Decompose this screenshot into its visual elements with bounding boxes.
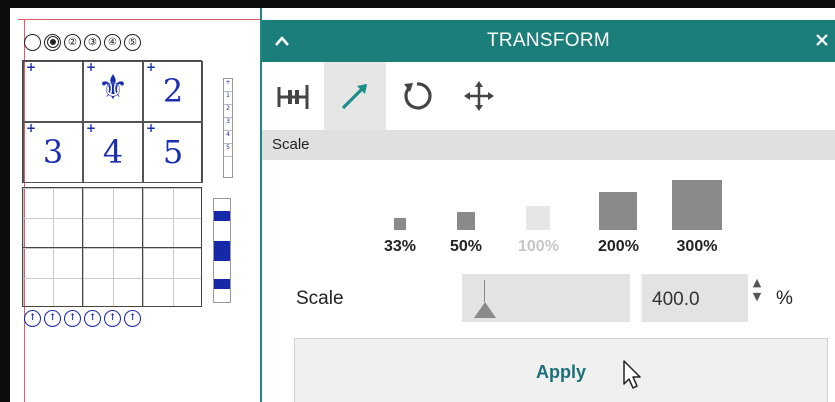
apply-button[interactable]: Apply [294,338,828,402]
preset-label: 300% [676,238,718,255]
circle-2[interactable]: ② [64,34,81,51]
tab-scale[interactable] [324,62,386,130]
grid-cell[interactable]: + 5 [143,121,203,183]
cell-number: 3 [42,133,64,171]
up-arrow-circle-icon[interactable]: ↑ [24,310,41,327]
preset-100[interactable]: 100% [518,206,559,256]
fleur-de-lis-icon: ⚜ [97,68,129,108]
circle-5[interactable]: ⑤ [124,34,141,51]
align-icon [277,85,309,109]
strip-mark: 1 [224,92,232,105]
up-arrow-circle-icon[interactable]: ↑ [44,310,61,327]
page-guide-horizontal [18,19,260,20]
preset-300[interactable]: 300% [672,180,722,256]
section-label: Scale [272,136,310,153]
panel-header: TRANSFORM [262,20,835,62]
move-icon [464,81,494,111]
preset-label: 50% [450,238,483,255]
empty-grid[interactable] [22,187,202,307]
grid-cell[interactable]: + ⚜ [83,60,143,122]
slider-thumb[interactable] [474,302,496,318]
bottom-circle-row: ↑ ↑ ↑ ↑ ↑ ↑ [24,310,141,327]
tab-move[interactable] [448,62,510,130]
slider-tick [484,280,485,302]
transform-panel: TRANSFORM Scale 33% 50% 100% 200% 300% S… [260,8,835,402]
strip-block [214,211,230,221]
preset-label: 100% [518,238,559,255]
scale-arrow-icon [341,83,368,110]
strip-mark: + [224,79,232,92]
blue-key-strip[interactable] [213,198,231,303]
grid-cell[interactable]: + [23,60,83,122]
close-icon[interactable] [815,28,829,52]
scale-spinner[interactable]: ▲ ▼ [750,276,764,304]
strip-mark: 2 [224,105,232,118]
strip-block [214,279,230,289]
tab-align[interactable] [262,62,324,130]
top-circle-row: ② ③ ④ ⑤ [24,34,141,51]
preset-label: 33% [384,238,417,255]
scale-slider[interactable] [462,274,630,322]
strip-block [214,241,230,261]
circle-4[interactable]: ④ [104,34,121,51]
preset-square [457,212,476,230]
spin-up-icon[interactable]: ▲ [750,276,764,290]
up-arrow-circle-icon[interactable]: ↑ [84,310,101,327]
field-edge [640,274,642,322]
scale-field-label: Scale [296,288,344,309]
grid-cell[interactable]: + 3 [23,121,83,183]
apply-label: Apply [535,362,586,382]
scale-value-field[interactable] [640,274,748,322]
window-inner-margin [10,8,18,402]
strip-mark: 5 [224,144,232,157]
preset-square [394,218,407,230]
panel-title: TRANSFORM [486,30,611,51]
preset-square [599,192,638,230]
grid-cell[interactable]: + 4 [83,121,143,183]
mini-number-strip[interactable]: +1 2 3 4 5 [223,78,233,178]
design-canvas[interactable]: ② ③ ④ ⑤ + + ⚜ + 2 + 3 + 4 + 5 +12345 [18,8,260,402]
preset-200[interactable]: 200% [598,192,639,256]
spin-down-icon[interactable]: ▼ [750,290,764,304]
mouse-cursor-icon [623,360,641,389]
scale-presets: 33% 50% 100% 200% 300% [262,166,835,256]
rotate-icon [404,82,432,110]
preset-square [526,206,551,230]
scale-section-header: Scale [262,130,835,160]
window-left-border [0,0,10,402]
cell-number: 2 [162,72,184,110]
circle-dot[interactable] [44,34,61,51]
up-arrow-circle-icon[interactable]: ↑ [104,310,121,327]
grid-cell[interactable]: + 2 [143,60,203,122]
circle-3[interactable]: ③ [84,34,101,51]
circle-empty[interactable] [24,34,41,51]
plus-icon: + [26,60,37,74]
window-top-border [0,0,835,8]
grid-divider [23,247,201,248]
preset-33[interactable]: 33% [384,218,416,256]
cell-number: 4 [102,133,124,171]
numbered-grid[interactable]: + + ⚜ + 2 + 3 + 4 + 5 [22,60,203,183]
scale-value-input[interactable] [646,286,748,314]
up-arrow-circle-icon[interactable]: ↑ [64,310,81,327]
unit-label: % [776,288,793,309]
preset-label: 200% [598,238,639,255]
cell-number: 5 [162,133,184,171]
preset-square [672,180,722,230]
strip-mark: 4 [224,131,232,144]
preset-50[interactable]: 50% [450,212,482,256]
strip-mark: 3 [224,118,232,131]
up-arrow-circle-icon[interactable]: ↑ [124,310,141,327]
transform-tabs [262,62,835,130]
tab-rotate[interactable] [386,62,448,130]
